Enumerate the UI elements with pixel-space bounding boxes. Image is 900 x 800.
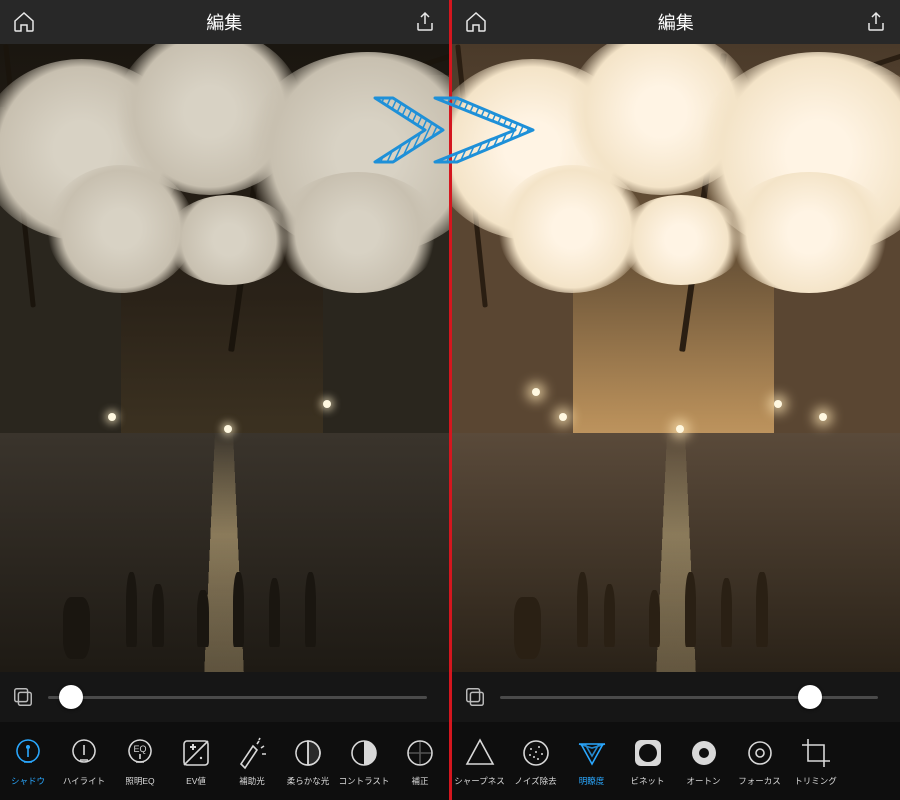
tool-label: 柔らかな光 <box>287 775 330 787</box>
lighteq-icon: EQ <box>122 735 158 771</box>
denoise-icon <box>518 735 554 771</box>
adjustment-slider-row <box>0 672 449 722</box>
tool-label: 明瞭度 <box>579 775 605 787</box>
editor-panel-after: 編集 <box>452 0 900 800</box>
tool-label: ビネット <box>630 775 664 787</box>
tool-vignette[interactable]: ビネット <box>620 735 676 787</box>
tool-label: 補正 <box>411 775 428 787</box>
tool-strip[interactable]: シャープネスノイズ除去 明瞭度 ビネット オートン フォーカス トリミング <box>452 722 900 800</box>
slider-thumb[interactable] <box>59 685 83 709</box>
tool-ev[interactable]: EV値 <box>168 735 224 787</box>
clarity-icon <box>574 735 610 771</box>
top-bar: 編集 <box>0 0 449 44</box>
sharpness-icon <box>462 735 498 771</box>
highlight-icon <box>66 735 102 771</box>
tool-shadow[interactable]: シャドウ <box>0 735 56 787</box>
side-by-side-compare: 編集 <box>0 0 900 800</box>
adjustment-slider-row <box>452 672 900 722</box>
tool-label: シャドウ <box>11 775 45 787</box>
ev-icon <box>178 735 214 771</box>
correct-icon <box>402 735 438 771</box>
tool-denoise[interactable]: ノイズ除去 <box>508 735 564 787</box>
tool-sharpness[interactable]: シャープネス <box>452 735 508 787</box>
editor-panel-before: 編集 <box>0 0 449 800</box>
tool-lighteq[interactable]: EQ 照明EQ <box>112 735 168 787</box>
photo-canvas[interactable] <box>0 44 449 672</box>
focus-icon <box>742 735 778 771</box>
adjustment-slider[interactable] <box>500 696 879 699</box>
svg-text:EQ: EQ <box>133 744 146 754</box>
photo-canvas[interactable] <box>452 44 900 672</box>
soft-icon <box>290 735 326 771</box>
tool-label: 照明EQ <box>125 775 154 787</box>
contrast-icon <box>346 735 382 771</box>
tool-strip[interactable]: シャドウ ハイライト EQ 照明EQ EV値 補助光 柔らかな光コントラスト 補正 <box>0 722 449 800</box>
slider-thumb[interactable] <box>798 685 822 709</box>
tool-label: フォーカス <box>738 775 781 787</box>
page-title: 編集 <box>658 9 694 35</box>
home-icon[interactable] <box>462 8 490 36</box>
orton-icon <box>686 735 722 771</box>
tool-label: 補助光 <box>239 775 265 787</box>
tool-orton[interactable]: オートン <box>676 735 732 787</box>
vignette-icon <box>630 735 666 771</box>
tool-contrast[interactable]: コントラスト <box>336 735 392 787</box>
tool-label: トリミング <box>794 775 837 787</box>
tool-label: EV値 <box>186 775 206 787</box>
shadow-icon <box>10 735 46 771</box>
tool-highlight[interactable]: ハイライト <box>56 735 112 787</box>
page-title: 編集 <box>206 9 242 35</box>
share-icon[interactable] <box>411 8 439 36</box>
tool-label: ノイズ除去 <box>514 775 556 787</box>
compare-icon[interactable] <box>10 684 36 710</box>
fill-icon <box>234 735 270 771</box>
tool-fill[interactable]: 補助光 <box>224 735 280 787</box>
tool-correct[interactable]: 補正 <box>392 735 448 787</box>
tool-label: ハイライト <box>63 775 105 787</box>
tool-trim[interactable]: トリミング <box>788 735 844 787</box>
trim-icon <box>798 735 834 771</box>
tool-soft[interactable]: 柔らかな光 <box>280 735 336 787</box>
tool-focus[interactable]: フォーカス <box>732 735 788 787</box>
tool-clarity[interactable]: 明瞭度 <box>564 735 620 787</box>
tool-label: コントラスト <box>339 775 390 787</box>
tool-label: シャープネス <box>454 775 505 787</box>
top-bar: 編集 <box>452 0 900 44</box>
adjustment-slider[interactable] <box>48 696 427 699</box>
compare-icon[interactable] <box>462 684 488 710</box>
share-icon[interactable] <box>862 8 890 36</box>
tool-label: オートン <box>686 775 720 787</box>
home-icon[interactable] <box>10 8 38 36</box>
